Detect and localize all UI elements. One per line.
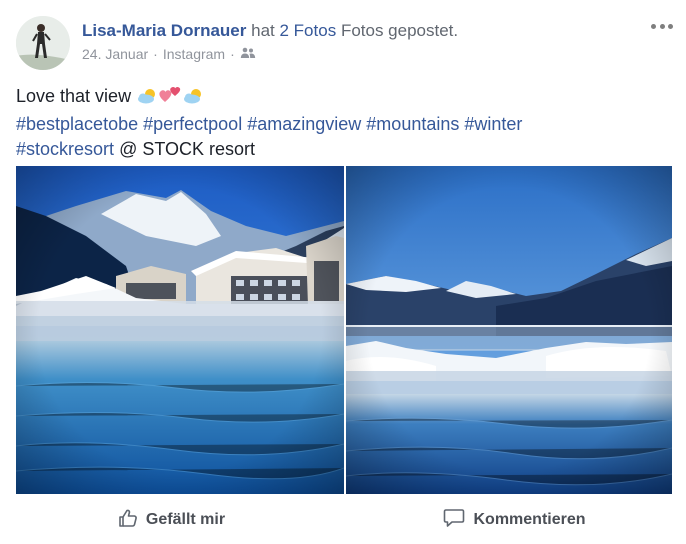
more-options-icon[interactable] (651, 18, 673, 34)
hashtag-link[interactable]: #mountains (366, 114, 459, 134)
two-hearts-emoji (158, 83, 182, 112)
post-message: Love that view #bestplacetobe #perfectpo… (16, 83, 666, 162)
comment-button[interactable]: Kommentieren (343, 496, 686, 544)
meta-separator-2: · (230, 46, 235, 62)
hashtag-link[interactable]: #winter (464, 114, 522, 134)
source-link[interactable]: Instagram (163, 46, 225, 62)
infinity-pool-mountain-photo[interactable] (346, 166, 672, 494)
post-header-line: Lisa-Maria Dornauer hat 2 Fotos Fotos ge… (82, 21, 458, 41)
header-rest: Fotos gepostet. (340, 21, 459, 40)
author-name-link[interactable]: Lisa-Maria Dornauer (82, 21, 246, 40)
post-meta: 24. Januar · Instagram · (82, 46, 256, 62)
hashtag-link[interactable]: #bestplacetobe (16, 114, 138, 134)
header-verb: hat (251, 21, 275, 40)
infinity-pool-hotel-photo[interactable] (16, 166, 344, 494)
post-text: Love that view (16, 86, 132, 106)
post-date-link[interactable]: 24. Januar (82, 46, 148, 62)
comment-label: Kommentieren (473, 511, 586, 528)
facebook-post: Lisa-Maria Dornauer hat 2 Fotos Fotos ge… (0, 0, 686, 544)
hashtag-link[interactable]: #perfectpool (143, 114, 242, 134)
hashtag-link[interactable]: #amazingview (247, 114, 361, 134)
like-button[interactable]: Gefällt mir (0, 496, 343, 544)
sun-behind-cloud-emoji (182, 87, 204, 112)
meta-separator: · (153, 46, 158, 62)
comment-icon (443, 508, 465, 533)
hashtag-link[interactable]: #stockresort (16, 139, 114, 159)
location-prefix: @ (119, 139, 138, 159)
friends-icon[interactable] (240, 46, 256, 62)
avatar[interactable] (16, 16, 70, 70)
like-label: Gefällt mir (145, 511, 226, 528)
photo-count-link[interactable]: 2 Fotos (280, 21, 337, 40)
sun-behind-cloud-emoji (136, 87, 158, 112)
post-action-bar: Gefällt mir Kommentieren (0, 496, 686, 544)
location-link[interactable]: STOCK resort (142, 139, 255, 159)
thumbs-up-icon (118, 508, 138, 533)
